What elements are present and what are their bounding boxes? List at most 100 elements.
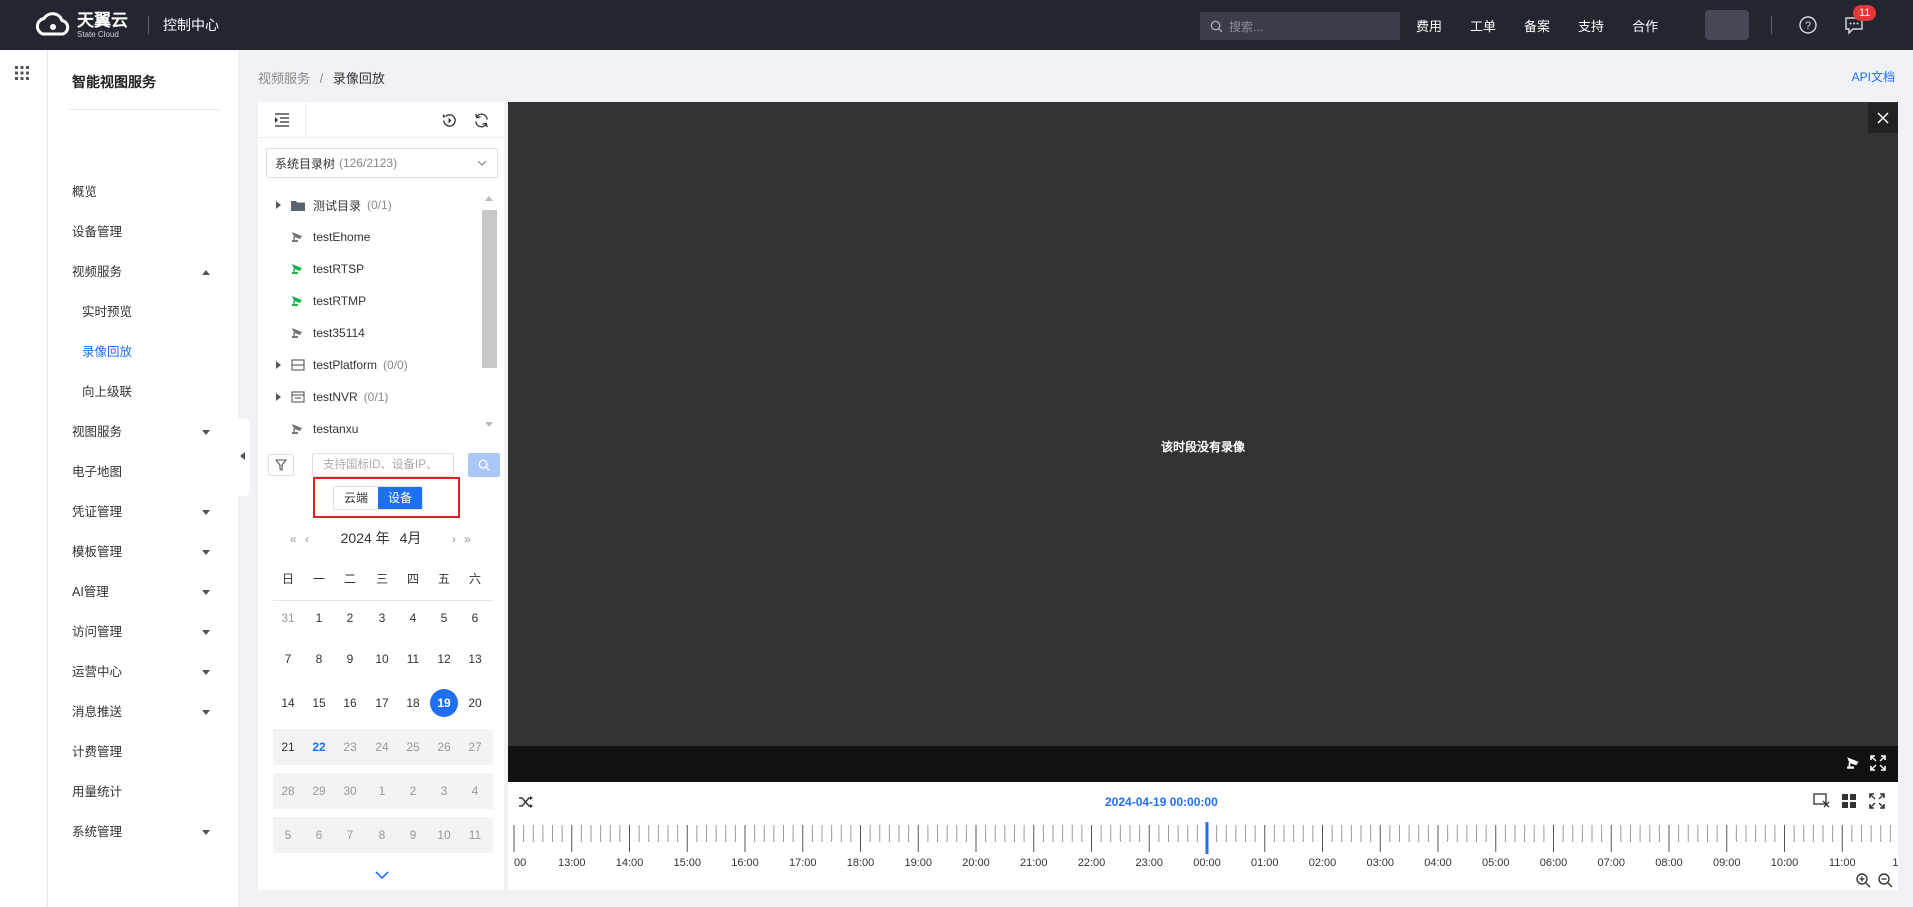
calendar-day[interactable]: 1 <box>305 604 333 632</box>
close-player-button[interactable] <box>1868 103 1898 133</box>
tree-tab[interactable] <box>258 102 306 138</box>
next-year-icon[interactable]: » <box>464 532 471 546</box>
calendar-day[interactable]: 19 <box>430 689 458 717</box>
sidebar-item-templates[interactable]: 模板管理 <box>72 542 232 562</box>
calendar-day[interactable]: 30 <box>336 777 364 805</box>
calendar-day[interactable]: 11 <box>461 821 489 849</box>
tree-node-device[interactable]: testRTMP <box>276 291 366 311</box>
refresh-icon[interactable] <box>473 112 490 129</box>
tree-node-device[interactable]: testEhome <box>276 227 370 247</box>
calendar-day[interactable]: 29 <box>305 777 333 805</box>
fullscreen-icon[interactable] <box>1870 755 1886 771</box>
calendar-day[interactable]: 20 <box>461 689 489 717</box>
fullscreen-icon[interactable] <box>1869 793 1885 809</box>
scroll-down-arrow-icon[interactable] <box>485 422 493 427</box>
calendar-day[interactable]: 27 <box>461 733 489 761</box>
calendar-day[interactable]: 3 <box>430 777 458 805</box>
calendar-day[interactable]: 2 <box>336 604 364 632</box>
calendar-day[interactable]: 9 <box>399 821 427 849</box>
camera-icon[interactable] <box>1846 755 1862 771</box>
sidebar-item-message-push[interactable]: 消息推送 <box>72 702 232 722</box>
grid-menu-icon[interactable] <box>15 66 29 80</box>
tree-node-test-directory[interactable]: 测试目录 (0/1) <box>276 195 392 215</box>
api-doc-link[interactable]: API文档 <box>1852 68 1895 85</box>
calendar-day[interactable]: 14 <box>274 689 302 717</box>
sidebar-item-live-preview[interactable]: 实时预览 <box>82 302 242 322</box>
calendar-day[interactable]: 11 <box>399 645 427 673</box>
timeline-cursor[interactable] <box>1205 822 1209 854</box>
calendar-day[interactable]: 28 <box>274 777 302 805</box>
calendar-day[interactable]: 3 <box>368 604 396 632</box>
sidebar-collapse-button[interactable] <box>236 418 250 496</box>
clip-icon[interactable] <box>1813 793 1831 809</box>
calendar-day[interactable]: 10 <box>368 645 396 673</box>
calendar-day[interactable]: 23 <box>336 733 364 761</box>
calendar-day[interactable]: 7 <box>274 645 302 673</box>
nav-filing[interactable]: 备案 <box>1524 16 1550 35</box>
calendar-day[interactable]: 12 <box>430 645 458 673</box>
shuffle-icon[interactable] <box>518 794 534 810</box>
calendar-day[interactable]: 24 <box>368 733 396 761</box>
calendar-day[interactable]: 2 <box>399 777 427 805</box>
caret-right-icon[interactable] <box>276 361 281 369</box>
sidebar-item-credentials[interactable]: 凭证管理 <box>72 502 232 522</box>
source-cloud-option[interactable]: 云端 <box>334 487 378 509</box>
calendar-day[interactable]: 31 <box>274 604 302 632</box>
sidebar-item-video-service[interactable]: 视频服务 <box>72 262 232 282</box>
breadcrumb-parent[interactable]: 视频服务 <box>258 71 310 86</box>
sidebar-item-usage[interactable]: 用量统计 <box>72 782 232 802</box>
calendar-day[interactable]: 22 <box>305 733 333 761</box>
device-search-button[interactable] <box>468 453 500 477</box>
calendar-day[interactable]: 17 <box>368 689 396 717</box>
caret-right-icon[interactable] <box>276 201 281 209</box>
calendar-day[interactable]: 26 <box>430 733 458 761</box>
caret-right-icon[interactable] <box>276 393 281 401</box>
sidebar-item-billing[interactable]: 计费管理 <box>72 742 232 762</box>
tree-node-device[interactable]: testRTSP <box>276 259 364 279</box>
calendar-day[interactable]: 10 <box>430 821 458 849</box>
nav-ticket[interactable]: 工单 <box>1470 16 1496 35</box>
timeline-ruler[interactable]: 00 13:00 14:00 15:00 16:00 17:00 18:00 19:00 20:… <box>508 820 1898 880</box>
zoom-in-icon[interactable] <box>1855 872 1871 888</box>
calendar-day[interactable]: 13 <box>461 645 489 673</box>
chevron-down-icon[interactable] <box>375 871 389 880</box>
tree-node-device[interactable]: test35114 <box>276 323 365 343</box>
calendar-day[interactable]: 5 <box>274 821 302 849</box>
calendar-day[interactable]: 1 <box>368 777 396 805</box>
nav-support[interactable]: 支持 <box>1578 16 1604 35</box>
layout-grid-icon[interactable] <box>1841 793 1857 809</box>
calendar-day[interactable]: 21 <box>274 733 302 761</box>
sidebar-item-view-service[interactable]: 视图服务 <box>72 422 232 442</box>
video-player[interactable] <box>508 102 1898 746</box>
logo[interactable]: 天翼云 State Cloud <box>33 12 128 39</box>
console-title[interactable]: 控制中心 <box>163 15 219 35</box>
sidebar-item-upper-cascade[interactable]: 向上级联 <box>82 382 242 402</box>
avatar[interactable] <box>1705 10 1749 40</box>
calendar-day[interactable]: 4 <box>399 604 427 632</box>
calendar-day[interactable]: 18 <box>399 689 427 717</box>
calendar-day[interactable]: 9 <box>336 645 364 673</box>
nav-cooperation[interactable]: 合作 <box>1632 16 1658 35</box>
help-icon[interactable]: ? <box>1798 15 1818 35</box>
tree-node-platform[interactable]: testPlatform (0/0) <box>276 355 408 375</box>
calendar-day[interactable]: 6 <box>305 821 333 849</box>
sidebar-item-map[interactable]: 电子地图 <box>72 462 232 482</box>
zoom-out-icon[interactable] <box>1877 872 1893 888</box>
source-device-option[interactable]: 设备 <box>378 487 423 509</box>
calendar-day[interactable]: 5 <box>430 604 458 632</box>
global-search-input[interactable]: 搜索... <box>1200 12 1400 40</box>
history-icon[interactable] <box>441 112 458 129</box>
calendar-day[interactable]: 8 <box>305 645 333 673</box>
calendar-day[interactable]: 8 <box>368 821 396 849</box>
calendar-day[interactable]: 16 <box>336 689 364 717</box>
calendar-day[interactable]: 4 <box>461 777 489 805</box>
sidebar-item-access[interactable]: 访问管理 <box>72 622 232 642</box>
next-month-icon[interactable]: › <box>452 532 456 546</box>
sidebar-item-overview[interactable]: 概览 <box>72 182 232 202</box>
sidebar-item-system[interactable]: 系统管理 <box>72 822 232 842</box>
sidebar-item-ai[interactable]: AI管理 <box>72 582 232 602</box>
tree-node-device[interactable]: testanxu <box>276 419 358 439</box>
sidebar-item-operations[interactable]: 运营中心 <box>72 662 232 682</box>
scrollbar-thumb[interactable] <box>482 210 497 368</box>
calendar-day[interactable]: 6 <box>461 604 489 632</box>
